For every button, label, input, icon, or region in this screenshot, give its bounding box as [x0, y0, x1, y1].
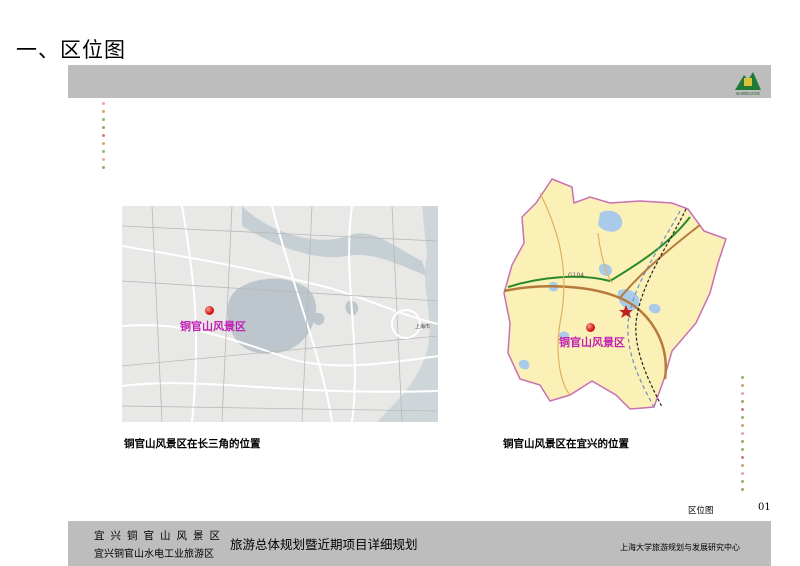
- yangtze-delta-map-graphic: 上海市: [122, 206, 438, 422]
- caption-left: 铜官山风景区在长三角的位置: [124, 438, 261, 450]
- site-label-right: 铜官山风景区: [559, 336, 625, 349]
- svg-text:G104: G104: [568, 272, 584, 279]
- page-title: 一、区位图: [16, 38, 126, 62]
- caption-right: 铜官山风景区在宜兴的位置: [503, 438, 629, 450]
- red-pin-icon: [205, 306, 214, 315]
- yangtze-delta-map: 上海市 铜官山风景区: [122, 206, 438, 422]
- dot-column-bottom: [740, 376, 746, 496]
- dot-column-top: [101, 102, 107, 174]
- footer-line2: 宜兴铜官山水电工业旅游区: [94, 549, 214, 560]
- footer-line1: 宜兴铜官山风景区: [94, 530, 226, 542]
- yixing-map-graphic: G104: [503, 178, 727, 410]
- red-pin-icon: [586, 323, 595, 332]
- footer-plan-title: 旅游总体规划暨近期项目详细规划: [230, 537, 418, 552]
- svg-text:上海市: 上海市: [415, 323, 430, 330]
- svg-text:宜兴铜官山风景区: 宜兴铜官山风景区: [736, 91, 760, 96]
- yixing-map: G104 铜官山风景区: [500, 173, 728, 413]
- footer-institute: 上海大学旅游规划与发展研究中心: [620, 543, 740, 552]
- mountain-logo-icon: 宜兴铜官山风景区: [733, 67, 763, 96]
- page-number: 01: [758, 502, 771, 513]
- section-label: 区位图: [688, 506, 714, 516]
- footer-bar: 宜兴铜官山风景区 宜兴铜官山水电工业旅游区 旅游总体规划暨近期项目详细规划 上海…: [68, 521, 771, 566]
- site-label-left: 铜官山风景区: [180, 320, 246, 333]
- header-bar: 宜兴铜官山风景区: [68, 65, 771, 98]
